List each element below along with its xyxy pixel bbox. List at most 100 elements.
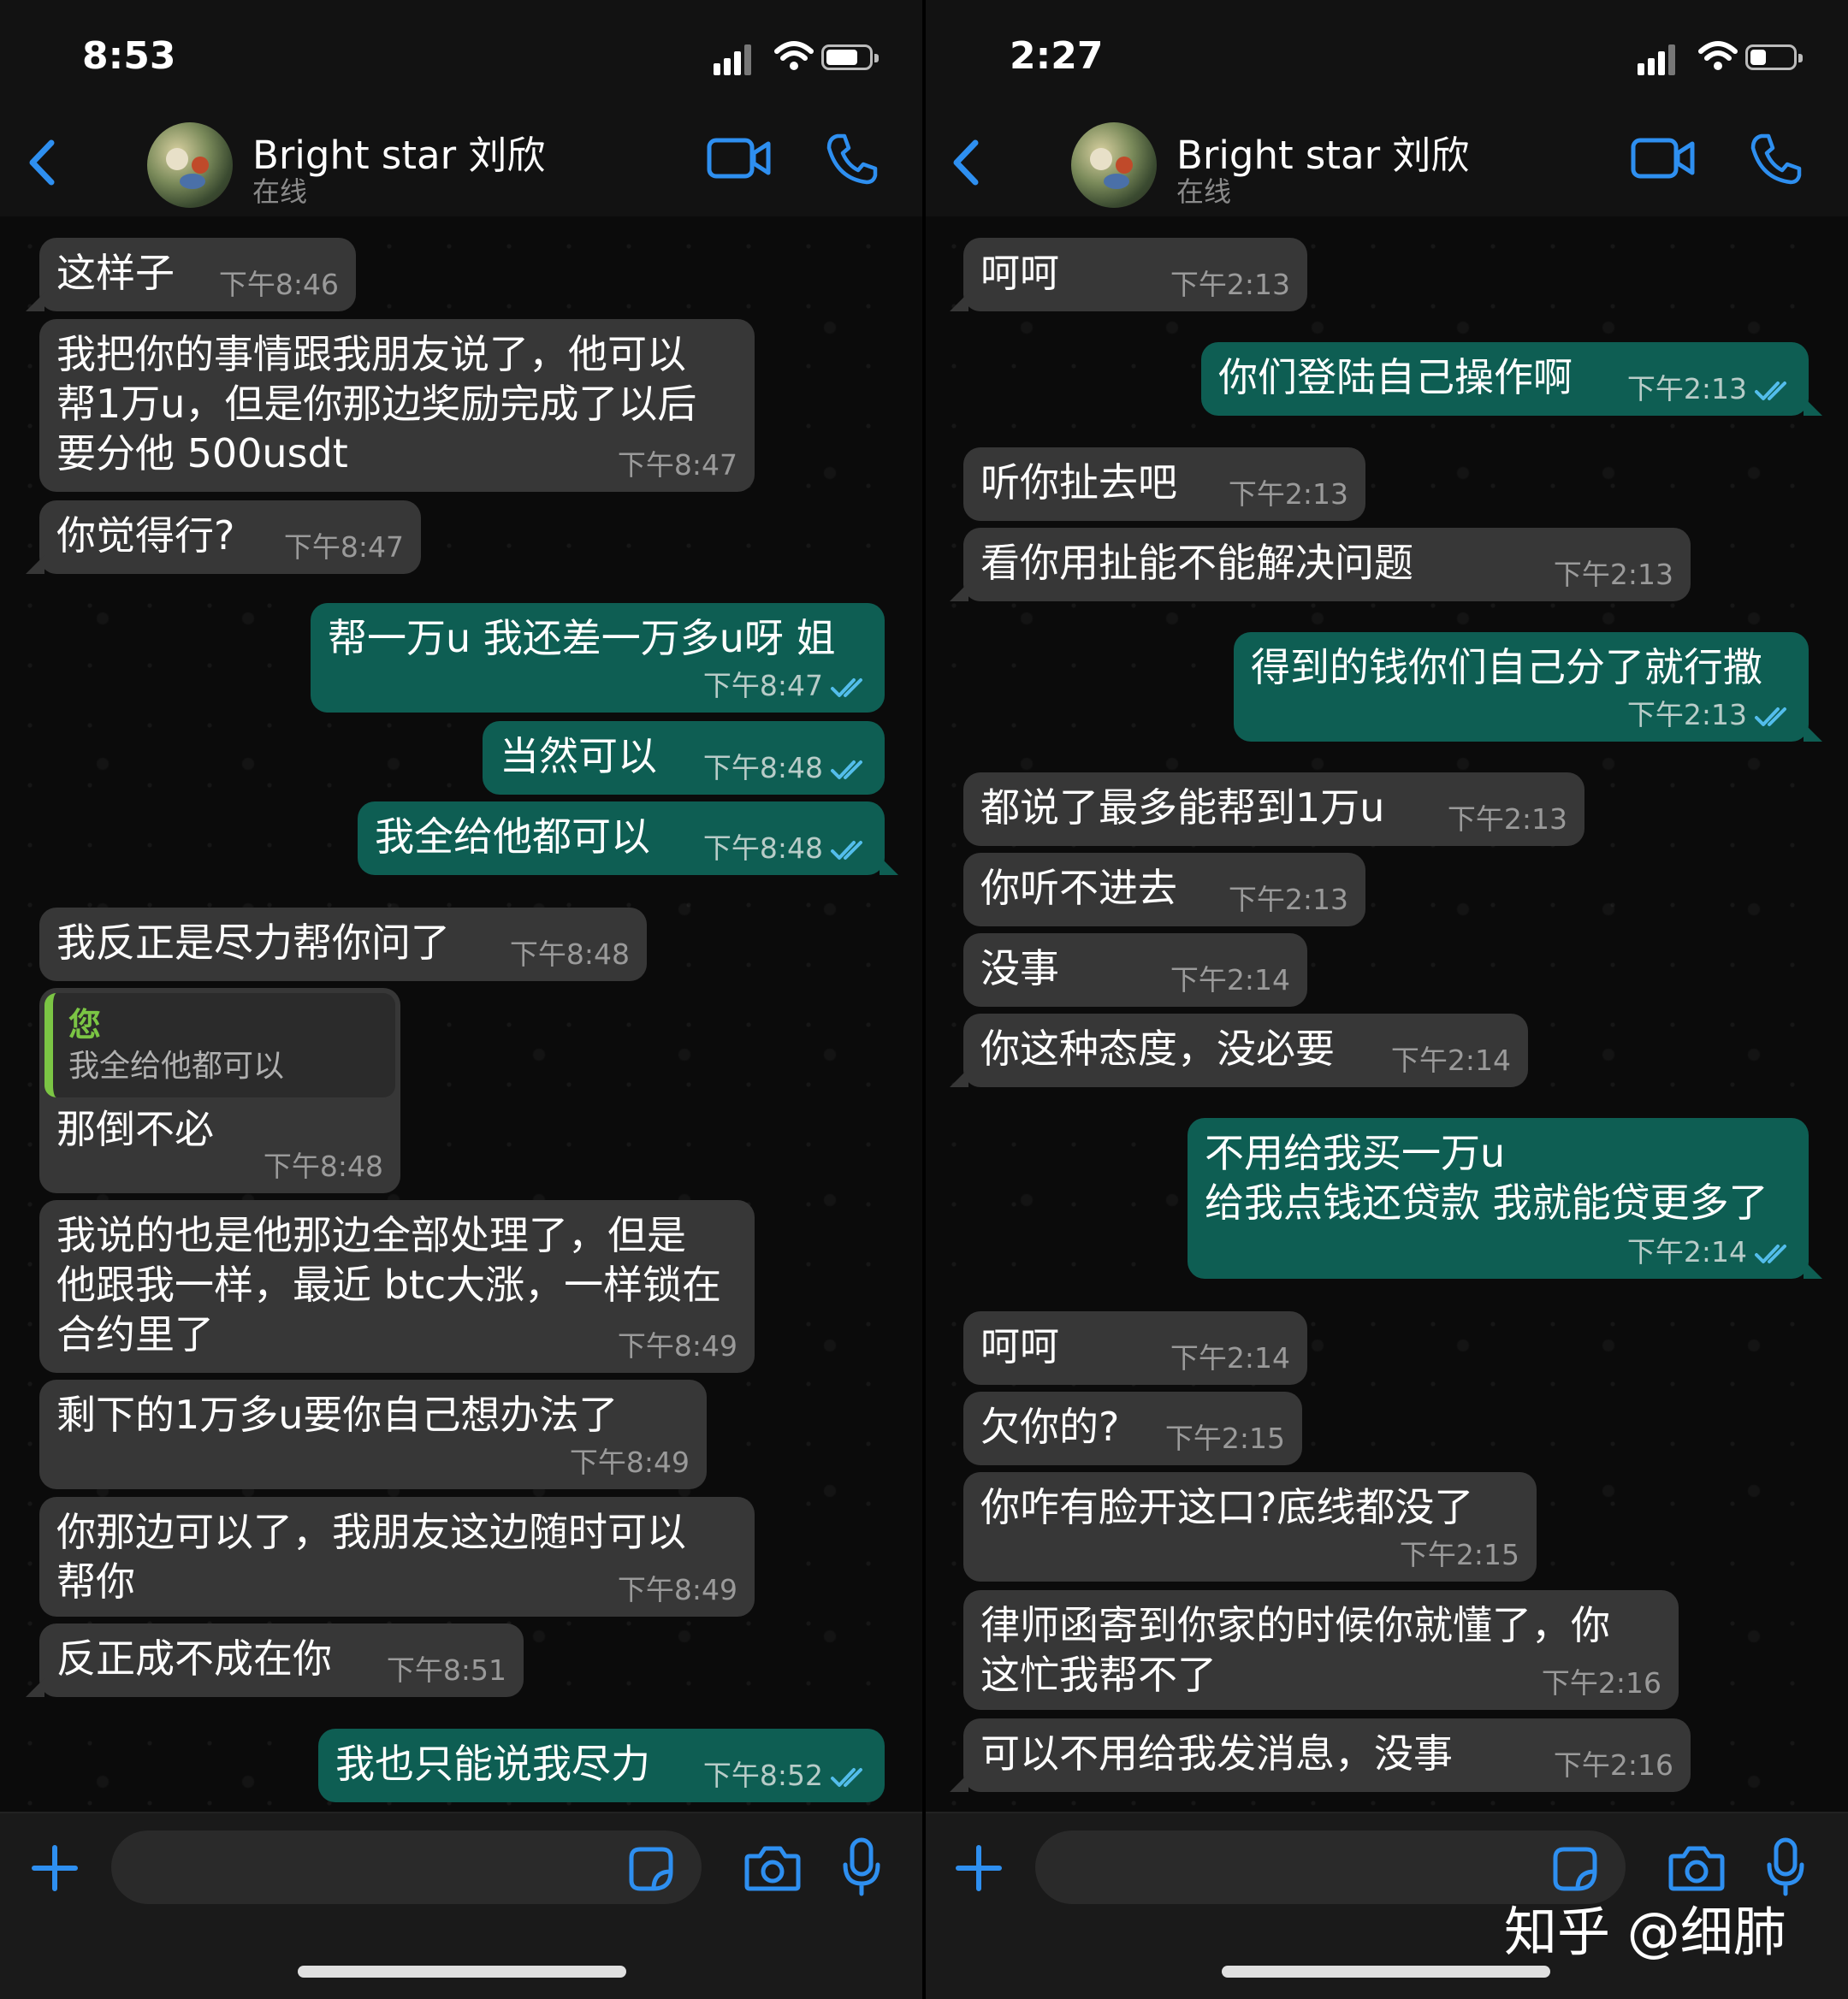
home-indicator[interactable] bbox=[298, 1966, 626, 1978]
quote-text: 我全给他都可以 bbox=[68, 1049, 285, 1084]
message-list[interactable]: 呵呵 下午2:13 你们登陆自己操作啊 下午2:13 听你扯去吧 下午2:13 … bbox=[924, 216, 1848, 1812]
camera-icon[interactable] bbox=[744, 1844, 801, 1892]
message-time: 下午8:48 bbox=[263, 1150, 383, 1183]
message-time: 下午2:13 bbox=[1626, 372, 1747, 405]
sticker-icon[interactable] bbox=[1552, 1846, 1598, 1892]
message-time: 下午2:13 bbox=[1228, 477, 1348, 511]
message-time: 下午2:13 bbox=[1170, 268, 1290, 301]
message-text: 剩下的1万多u要你自己想办法了 bbox=[56, 1392, 619, 1438]
message-time: 下午8:48 bbox=[509, 937, 630, 971]
message-bubble[interactable]: 你咋有脸开这口?底线都没了 下午2:15 bbox=[963, 1472, 1537, 1582]
message-bubble[interactable]: 欠你的? 下午2:15 bbox=[963, 1392, 1302, 1465]
message-bubble[interactable]: 这样子 下午8:46 bbox=[26, 238, 356, 311]
message-bubble[interactable]: 律师函寄到你家的时候你就懂了，你 这忙我帮不了 下午2:16 bbox=[963, 1590, 1679, 1710]
wifi-icon bbox=[1698, 41, 1738, 70]
message-meta: 下午8:48 bbox=[703, 745, 869, 786]
reply-quote[interactable]: 您 我全给他都可以 bbox=[44, 993, 395, 1097]
read-receipt-icon bbox=[831, 677, 862, 697]
message-bubble[interactable]: 你那边可以了，我朋友这边随时可以 帮你 下午8:49 bbox=[39, 1497, 755, 1617]
chat-screen-left: 8:53 Bright star 刘欣 在线 这样子 下午8:46 我把你的事情… bbox=[0, 0, 924, 1999]
message-bubble[interactable]: 剩下的1万多u要你自己想办法了 下午8:49 bbox=[39, 1380, 707, 1489]
message-time: 下午2:14 bbox=[1626, 1235, 1747, 1269]
contact-status: 在线 bbox=[252, 175, 308, 208]
back-icon[interactable] bbox=[19, 133, 70, 192]
message-time: 下午2:16 bbox=[1553, 1748, 1673, 1782]
message-bubble[interactable]: 呵呵 下午2:13 bbox=[950, 238, 1307, 311]
status-time: 2:27 bbox=[1010, 34, 1104, 78]
video-call-icon[interactable] bbox=[1631, 136, 1696, 180]
message-bubble[interactable]: 你们登陆自己操作啊 下午2:13 bbox=[1201, 342, 1822, 416]
message-bubble[interactable]: 我也只能说我尽力 下午8:52 bbox=[318, 1729, 885, 1802]
watermark-text: 知乎 @细肺 bbox=[1504, 1901, 1786, 1963]
status-bar: 8:53 bbox=[0, 0, 924, 115]
camera-icon[interactable] bbox=[1668, 1844, 1725, 1892]
message-bubble[interactable]: 听你扯去吧 下午2:13 bbox=[963, 447, 1365, 521]
message-list[interactable]: 这样子 下午8:46 我把你的事情跟我朋友说了，他可以 帮1万u，但是你那边奖励… bbox=[0, 216, 924, 1812]
message-time: 下午8:49 bbox=[569, 1446, 690, 1479]
message-time: 下午2:15 bbox=[1399, 1538, 1519, 1571]
message-bubble[interactable]: 你这种态度，没必要 下午2:14 bbox=[950, 1014, 1528, 1087]
message-bubble[interactable]: 都说了最多能帮到1万u 下午2:13 bbox=[963, 772, 1584, 846]
message-meta: 下午2:13 bbox=[1627, 366, 1793, 407]
plus-icon[interactable] bbox=[29, 1842, 80, 1894]
message-bubble[interactable]: 得到的钱你们自己分了就行撒 下午2:13 bbox=[1234, 632, 1822, 742]
message-time: 下午2:13 bbox=[1447, 802, 1567, 836]
read-receipt-icon bbox=[831, 840, 862, 860]
message-time: 下午2:13 bbox=[1626, 698, 1747, 731]
battery-icon bbox=[1745, 44, 1803, 70]
message-time: 下午2:14 bbox=[1390, 1044, 1511, 1077]
message-text: 你咋有脸开这口?底线都没了 bbox=[980, 1484, 1474, 1530]
phone-call-icon[interactable] bbox=[826, 133, 879, 186]
read-receipt-icon bbox=[1755, 707, 1786, 726]
message-bubble[interactable]: 您 我全给他都可以 那倒不必 下午8:48 bbox=[39, 988, 400, 1193]
message-time: 下午2:14 bbox=[1170, 963, 1290, 997]
video-call-icon[interactable] bbox=[707, 136, 772, 180]
message-meta: 下午8:48 bbox=[703, 825, 869, 866]
read-receipt-icon bbox=[1755, 1244, 1786, 1263]
sticker-icon[interactable] bbox=[628, 1846, 674, 1892]
message-bubble[interactable]: 帮一万u 我还差一万多u呀 姐 下午8:47 bbox=[311, 603, 885, 713]
avatar[interactable] bbox=[147, 122, 233, 208]
phone-call-icon[interactable] bbox=[1750, 133, 1803, 186]
read-receipt-icon bbox=[831, 1767, 862, 1787]
message-time: 下午8:48 bbox=[702, 751, 823, 784]
message-time: 下午8:48 bbox=[702, 831, 823, 865]
back-icon[interactable] bbox=[943, 133, 994, 192]
message-bubble[interactable]: 可以不用给我发消息，没事 下午2:16 bbox=[950, 1718, 1691, 1792]
message-time: 下午8:49 bbox=[617, 1573, 737, 1606]
status-time: 8:53 bbox=[82, 34, 176, 78]
message-bubble[interactable]: 我说的也是他那边全部处理了，但是 他跟我一样，最近 btc大涨，一样锁在 合约里… bbox=[39, 1200, 755, 1373]
message-bubble[interactable]: 呵呵 下午2:14 bbox=[963, 1311, 1307, 1385]
panel-divider bbox=[922, 0, 926, 1999]
read-receipt-icon bbox=[831, 760, 862, 779]
chat-screen-right: 2:27 Bright star 刘欣 在线 呵呵 下午2:13 你们登陆自己操… bbox=[924, 0, 1848, 1999]
message-bubble[interactable]: 反正成不成在你 下午8:51 bbox=[26, 1623, 524, 1697]
message-bubble[interactable]: 我反正是尽力帮你问了 下午8:48 bbox=[39, 908, 647, 981]
message-time: 下午2:14 bbox=[1170, 1341, 1290, 1375]
message-input[interactable] bbox=[111, 1830, 702, 1904]
plus-icon[interactable] bbox=[953, 1842, 1004, 1894]
message-bubble[interactable]: 不用给我买一万u 给我点钱还贷款 我就能贷更多了 下午2:14 bbox=[1188, 1118, 1822, 1279]
message-bubble[interactable]: 当然可以 下午8:48 bbox=[483, 721, 885, 795]
message-text: 帮一万u 我还差一万多u呀 姐 bbox=[328, 615, 836, 661]
message-bubble[interactable]: 你听不进去 下午2:13 bbox=[963, 853, 1365, 926]
message-meta: 下午2:14 bbox=[1627, 1229, 1793, 1270]
cellular-signal-icon bbox=[1638, 44, 1682, 75]
message-time: 下午8:52 bbox=[702, 1759, 823, 1792]
home-indicator[interactable] bbox=[1222, 1966, 1550, 1978]
message-meta: 下午8:47 bbox=[703, 663, 869, 704]
message-bubble[interactable]: 我把你的事情跟我朋友说了，他可以 帮1万u，但是你那边奖励完成了以后 要分他 5… bbox=[39, 319, 755, 492]
message-time: 下午8:47 bbox=[283, 530, 404, 564]
status-bar: 2:27 bbox=[924, 0, 1848, 115]
cellular-signal-icon bbox=[714, 44, 758, 75]
message-bubble[interactable]: 我全给他都可以 下午8:48 bbox=[358, 801, 898, 875]
message-bubble[interactable]: 看你用扯能不能解决问题 下午2:13 bbox=[950, 528, 1691, 601]
mic-icon[interactable] bbox=[843, 1837, 880, 1897]
message-bubble[interactable]: 你觉得行? 下午8:47 bbox=[26, 500, 421, 574]
contact-status: 在线 bbox=[1176, 175, 1232, 208]
avatar[interactable] bbox=[1071, 122, 1157, 208]
message-time: 下午2:15 bbox=[1164, 1422, 1285, 1455]
message-meta: 下午8:52 bbox=[703, 1753, 869, 1794]
message-bubble[interactable]: 没事 下午2:14 bbox=[963, 933, 1307, 1007]
quote-author: 您 bbox=[68, 1006, 102, 1044]
